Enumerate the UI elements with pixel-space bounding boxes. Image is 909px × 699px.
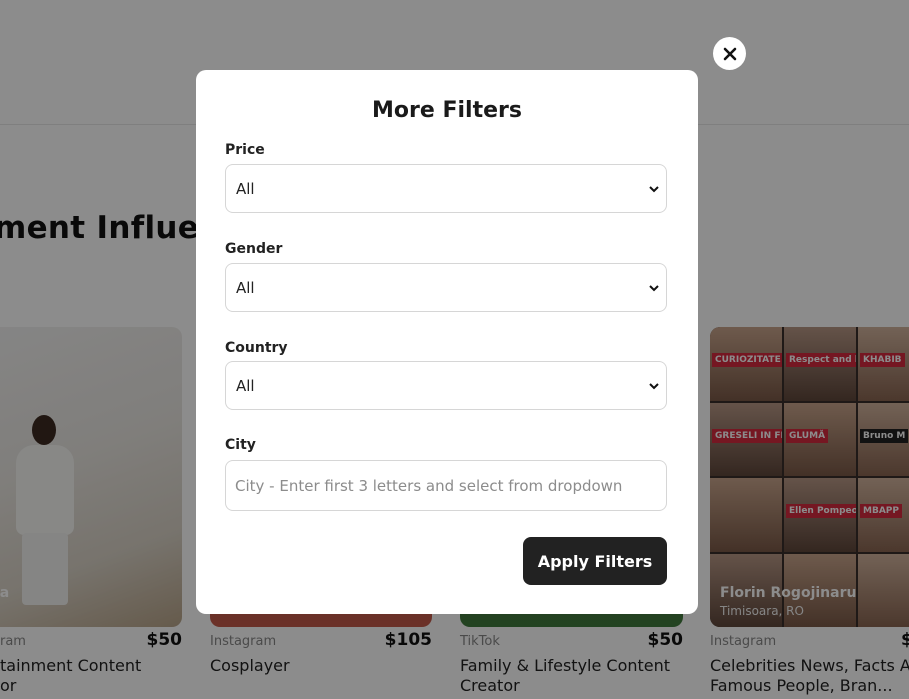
apply-filters-button[interactable]: Apply Filters (523, 537, 667, 585)
gender-label: Gender (225, 241, 283, 257)
price-select-value: All (236, 180, 255, 198)
chevron-down-icon (649, 383, 659, 390)
country-select[interactable]: All (225, 361, 667, 410)
close-icon (723, 47, 736, 60)
chevron-down-icon (649, 186, 659, 193)
gender-select-value: All (236, 279, 255, 297)
price-label: Price (225, 142, 265, 158)
city-input[interactable] (225, 460, 667, 511)
filters-modal: More Filters Price All Gender All Countr… (196, 70, 698, 614)
city-label: City (225, 437, 256, 453)
gender-select[interactable]: All (225, 263, 667, 312)
chevron-down-icon (649, 285, 659, 292)
country-select-value: All (236, 377, 255, 395)
close-modal-button[interactable] (713, 37, 746, 70)
country-label: Country (225, 340, 288, 356)
modal-title: More Filters (372, 98, 522, 123)
price-select[interactable]: All (225, 164, 667, 213)
